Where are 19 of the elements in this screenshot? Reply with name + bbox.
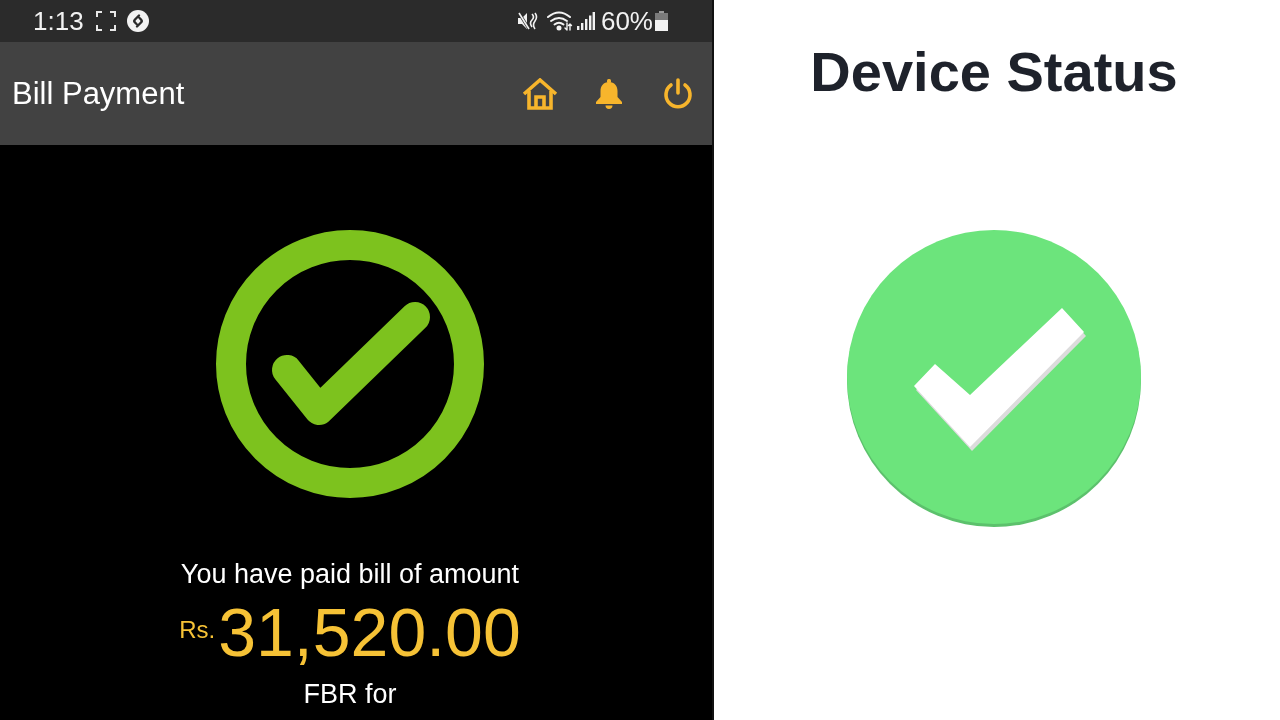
payment-message: You have paid bill of amount [180,558,520,590]
app-bar-title: Bill Payment [12,78,185,109]
currency-label: Rs. [179,617,216,643]
battery-percent: 60% [600,8,653,34]
battery-icon [655,11,668,31]
clock-time: 1:13 [33,8,84,34]
power-icon [663,77,693,110]
recipient-text: FBR for [303,678,397,710]
device-status-title: Device Status [810,40,1178,104]
check-circle-icon [847,230,1141,527]
bell-icon [595,78,623,109]
wifi-icon [546,11,573,31]
home-icon [522,77,558,110]
mute-icon [516,11,539,31]
check-circle-icon [216,230,484,498]
corner-brackets-icon [95,11,116,31]
signal-bars-icon [576,12,595,30]
payment-amount: 31,520.00 [218,596,521,668]
swirl-logo-icon [126,10,149,32]
